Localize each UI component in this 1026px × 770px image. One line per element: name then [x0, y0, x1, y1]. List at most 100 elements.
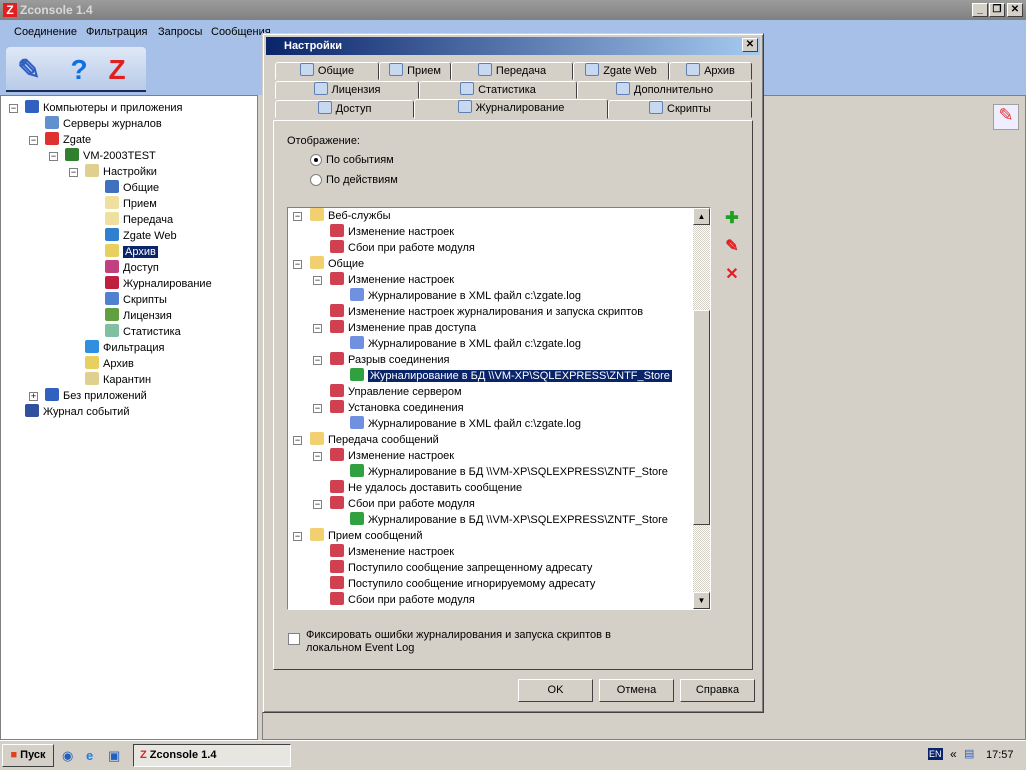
radio-by-events[interactable]: [310, 154, 322, 166]
dialog-close-button[interactable]: ✕: [742, 38, 758, 52]
log-tree-item[interactable]: Изменение настроек: [330, 224, 454, 240]
expand-toggle[interactable]: −: [29, 136, 38, 145]
tree-item[interactable]: Прием: [105, 196, 157, 212]
tab-globe[interactable]: Zgate Web: [573, 62, 669, 80]
tree-item[interactable]: Лицензия: [105, 308, 172, 324]
menu-connection[interactable]: Соединение: [14, 26, 77, 38]
zgate-icon[interactable]: Z: [100, 53, 134, 87]
tree-item[interactable]: Общие: [105, 180, 159, 196]
log-tree-item[interactable]: Журналирование в XML файл c:\zgate.log: [350, 336, 581, 352]
tree-item[interactable]: Компьютеры и приложения: [25, 100, 183, 116]
internet-explorer-icon[interactable]: e: [86, 748, 93, 763]
tree-item[interactable]: Доступ: [105, 260, 159, 276]
tree-item[interactable]: Карантин: [85, 372, 151, 388]
expand-toggle[interactable]: −: [49, 152, 58, 161]
media-player-icon[interactable]: ◉: [62, 748, 73, 764]
log-tree-item[interactable]: Веб-службы: [310, 208, 391, 224]
expand-toggle[interactable]: −: [313, 324, 322, 333]
log-tree-item[interactable]: Общие: [310, 256, 364, 272]
expand-toggle[interactable]: −: [313, 276, 322, 285]
tab-advanced[interactable]: Дополнительно: [577, 81, 752, 99]
log-tree-item[interactable]: Изменение настроек: [330, 272, 454, 288]
restore-button[interactable]: ❐: [989, 3, 1005, 17]
radio-by-actions-label[interactable]: По действиям: [326, 174, 398, 186]
expand-toggle[interactable]: −: [69, 168, 78, 177]
show-hidden-icons-button[interactable]: «: [950, 747, 957, 761]
expand-toggle[interactable]: +: [29, 392, 38, 401]
minimize-button[interactable]: _: [972, 3, 988, 17]
help-icon[interactable]: ?: [62, 53, 96, 87]
log-tree-item[interactable]: Сбои при работе модуля: [330, 592, 475, 608]
tree-item[interactable]: Серверы журналов: [45, 116, 162, 132]
radio-by-events-label[interactable]: По событиям: [326, 154, 394, 166]
local-event-log-checkbox[interactable]: [288, 633, 300, 645]
quick-launch-icon[interactable]: ▣: [108, 748, 120, 764]
log-tree-item[interactable]: Прием сообщений: [310, 528, 422, 544]
expand-toggle[interactable]: −: [293, 532, 302, 541]
tab-statistics[interactable]: Статистика: [419, 81, 577, 99]
delete-button[interactable]: ✕: [723, 264, 741, 283]
log-settings-tree[interactable]: Веб-службы Изменение настроек Сбои при раб…: [287, 207, 711, 610]
expand-toggle[interactable]: −: [293, 436, 302, 445]
log-tree-item[interactable]: Журналирование в БД \\VM-XP\SQLEXPRESS\Z…: [350, 368, 672, 384]
log-tree-item[interactable]: Журналирование в БД \\VM-XP\SQLEXPRESS\Z…: [350, 512, 668, 528]
start-button[interactable]: ■ Пуск: [2, 744, 54, 767]
log-tree-item[interactable]: Журналирование в XML файл c:\zgate.log: [350, 288, 581, 304]
tree-item[interactable]: Zgate: [45, 132, 91, 148]
close-button[interactable]: ✕: [1007, 3, 1023, 17]
add-button[interactable]: ✚: [723, 208, 741, 227]
log-tree-item[interactable]: Поступило сообщение запрещенному адресат…: [330, 560, 592, 576]
expand-toggle[interactable]: −: [293, 260, 302, 269]
tree-item[interactable]: Фильтрация: [85, 340, 164, 356]
log-tree-item[interactable]: Журналирование в БД \\VM-XP\SQLEXPRESS\Z…: [350, 464, 668, 480]
local-event-log-label[interactable]: Фиксировать ошибки журналирования и запу…: [306, 629, 626, 655]
tab-general[interactable]: Общие: [275, 62, 379, 80]
tree-item[interactable]: Журнал событий: [25, 404, 129, 420]
expand-toggle[interactable]: −: [313, 452, 322, 461]
navigation-tree[interactable]: − Компьютеры и приложения Серверы журналов…: [0, 95, 258, 740]
tree-item[interactable]: Zgate Web: [105, 228, 177, 244]
log-tree-item[interactable]: Журналирование в XML файл c:\zgate.log: [350, 416, 581, 432]
scroll-thumb[interactable]: [693, 310, 710, 525]
log-tree-item[interactable]: Изменение настроек: [330, 448, 454, 464]
help-button[interactable]: Справка: [680, 679, 755, 702]
log-tree-item[interactable]: Разрыв соединения: [330, 352, 449, 368]
expand-toggle[interactable]: −: [313, 500, 322, 509]
tree-item[interactable]: Журналирование: [105, 276, 212, 292]
log-tree-item[interactable]: Изменение прав доступа: [330, 320, 476, 336]
vertical-scrollbar[interactable]: ▲ ▼: [693, 208, 710, 609]
expand-toggle[interactable]: −: [293, 212, 302, 221]
tab-scripts[interactable]: Скрипты: [608, 100, 752, 118]
cancel-button[interactable]: Отмена: [599, 679, 674, 702]
tree-item[interactable]: Скрипты: [105, 292, 167, 308]
expand-toggle[interactable]: −: [313, 356, 322, 365]
log-tree-item[interactable]: Установка соединения: [330, 400, 464, 416]
edit-list-icon[interactable]: ✎: [12, 53, 46, 87]
tab-send-mail[interactable]: Передача: [451, 62, 573, 80]
tab-receive-mail[interactable]: Прием: [379, 62, 451, 80]
tab-archive[interactable]: Архив: [669, 62, 752, 80]
tree-item[interactable]: VM-2003TEST: [65, 148, 156, 164]
tree-item[interactable]: Статистика: [105, 324, 181, 340]
language-indicator[interactable]: EN: [928, 748, 943, 760]
expand-toggle[interactable]: −: [9, 104, 18, 113]
expand-toggle[interactable]: −: [313, 404, 322, 413]
edit-list-icon[interactable]: ✎: [993, 104, 1019, 130]
log-tree-item[interactable]: Сбои при работе модуля: [330, 496, 475, 512]
menu-filtering[interactable]: Фильтрация: [86, 26, 147, 38]
taskbar-zconsole-button[interactable]: Z Zconsole 1.4: [133, 744, 291, 767]
log-tree-item[interactable]: Изменение настроек журналирования и запу…: [330, 304, 643, 320]
log-tree-item[interactable]: Не удалось доставить сообщение: [330, 480, 522, 496]
tree-item[interactable]: Передача: [105, 212, 173, 228]
edit-button[interactable]: ✎: [723, 236, 741, 255]
log-tree-item[interactable]: Управление сервером: [330, 384, 462, 400]
tab-license[interactable]: Лицензия: [275, 81, 419, 99]
tree-item[interactable]: Без приложений: [45, 388, 147, 404]
log-tree-item[interactable]: Поступило сообщение игнорируемому адреса…: [330, 576, 595, 592]
log-tree-item[interactable]: Изменение настроек: [330, 544, 454, 560]
network-icon[interactable]: ▤: [964, 747, 974, 760]
tab-book[interactable]: Журналирование: [414, 99, 608, 119]
log-tree-item[interactable]: Передача сообщений: [310, 432, 439, 448]
radio-by-actions[interactable]: [310, 174, 322, 186]
menu-requests[interactable]: Запросы: [158, 26, 202, 38]
